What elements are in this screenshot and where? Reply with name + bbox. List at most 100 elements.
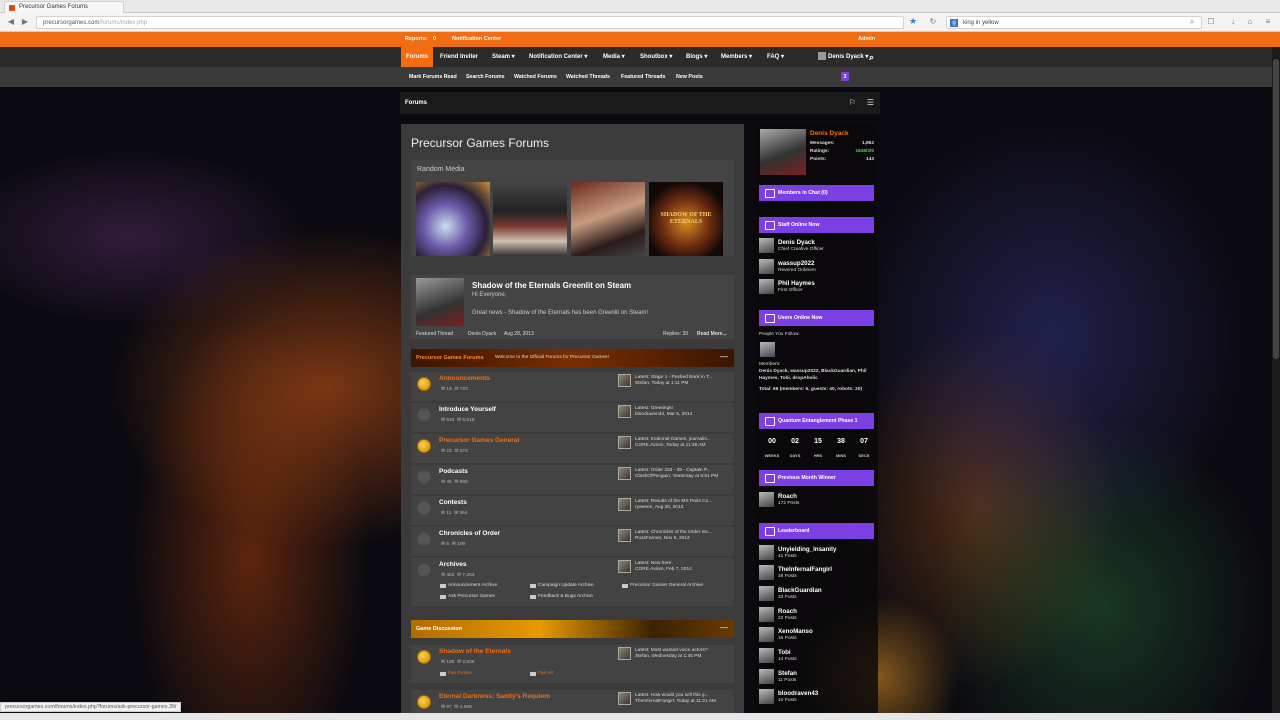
forum-title[interactable]: Shadow of the Eternals (439, 648, 511, 655)
members-in-chat-button[interactable]: Members in Chat (0) (759, 185, 874, 201)
forum-title[interactable]: Precursor Games General (439, 437, 519, 444)
last-poster-avatar[interactable] (618, 374, 631, 387)
leader-name[interactable]: Tobi (778, 649, 791, 656)
leader-name[interactable]: Stefan (778, 670, 797, 677)
staff-member[interactable]: wassup2022 Revered Ordinem (759, 259, 877, 277)
leader-name[interactable]: Unyielding_Insanity (778, 546, 836, 553)
tab-friend-inviter[interactable]: Friend Inviter (435, 47, 483, 67)
last-poster-avatar[interactable] (618, 560, 631, 573)
featured-title[interactable]: Shadow of the Eternals Greenlit on Steam (472, 281, 631, 290)
browser-search-input[interactable]: g king in yellow (946, 16, 1202, 29)
quantum-entanglement-header[interactable]: Quantum Entanglement Phase 1 (759, 413, 874, 429)
forum-title[interactable]: Contests (439, 499, 467, 506)
staff-name[interactable]: Denis Dyack (778, 239, 815, 246)
last-poster-avatar[interactable] (618, 692, 631, 705)
media-thumb-3[interactable] (571, 182, 645, 256)
tab-faq[interactable]: FAQ ▾ (762, 47, 789, 67)
latest-post-title[interactable]: Latest: Results of the MS Paint Co... (635, 499, 712, 504)
latest-post-title[interactable]: Latest: Most wanted voice actors? (635, 648, 708, 653)
media-thumb-2[interactable] (493, 182, 567, 256)
breadcrumb-forums[interactable]: Forums (405, 100, 427, 106)
latest-post-title[interactable]: Latest: Greetings! (635, 406, 673, 411)
back-icon[interactable]: ◀ (6, 17, 16, 27)
leaderboard-header[interactable]: Leaderboard (759, 523, 874, 539)
forum-title[interactable]: Eternal Darkness: Sanity's Requiem (439, 693, 550, 700)
last-poster-avatar[interactable] (618, 467, 631, 480)
latest-post-title[interactable]: Latest: Chronicles of the Order Iss... (635, 530, 712, 535)
forward-icon[interactable]: ▶ (20, 17, 30, 27)
subforum-link[interactable]: Feedback & Bugs Archive (530, 594, 593, 599)
followed-user-avatar[interactable] (760, 342, 775, 357)
search-icon[interactable]: ⌕ (1187, 17, 1197, 27)
leader-name[interactable]: TheInfernalFangirl (778, 566, 832, 573)
staff-name[interactable]: Phil Haymes (778, 280, 815, 287)
tab-shoutbox[interactable]: Shoutbox ▾ (635, 47, 677, 67)
profile-avatar[interactable] (760, 129, 806, 175)
leader-name[interactable]: XenoManso (778, 628, 813, 635)
reload-icon[interactable]: ↻ (928, 17, 938, 27)
leaderboard-entry[interactable]: bloodraven43 10 Posts (759, 689, 877, 707)
previous-month-winner-header[interactable]: Previous Month Winner (759, 470, 874, 486)
collapse-icon[interactable]: — (720, 623, 728, 632)
category-title[interactable]: Precursor Games Forums (416, 355, 484, 361)
new-posts-link[interactable]: New Posts (676, 74, 703, 80)
leaderboard-entry[interactable]: Roach 22 Posts (759, 607, 877, 625)
leaderboard-entry[interactable]: XenoManso 16 Posts (759, 627, 877, 645)
tab-members[interactable]: Members ▾ (716, 47, 757, 67)
subforum-link[interactable]: Ask Precursor Games (440, 594, 495, 599)
watched-threads-link[interactable]: Watched Threads (566, 74, 610, 80)
profile-name[interactable]: Denis Dyack (810, 130, 849, 137)
subforum-link[interactable]: Campaign Update Archive (530, 583, 594, 588)
staff-name[interactable]: wassup2022 (778, 260, 814, 267)
leaderboard-entry[interactable]: Stefan 11 Posts (759, 669, 877, 687)
subforum-link[interactable]: Fan Fiction (440, 671, 472, 676)
bookmarks-icon[interactable]: ☐ (1206, 17, 1216, 27)
last-poster-avatar[interactable] (618, 498, 631, 511)
featured-author[interactable]: Denis Dyack (468, 331, 496, 337)
forum-title[interactable]: Chronicles of Order (439, 530, 500, 537)
tab-steam[interactable]: Steam ▾ (487, 47, 520, 67)
watched-forums-link[interactable]: Watched Forums (514, 74, 557, 80)
alert-badge[interactable]: 3 (841, 72, 849, 81)
latest-post-title[interactable]: Latest: Irrational Games, journalis... (635, 437, 711, 442)
latest-post-title[interactable]: Latest: Stage 1 - Pushed Back in T... (635, 375, 713, 380)
subforum-link[interactable]: Precursor Games General Archive (622, 583, 703, 588)
tab-blogs[interactable]: Blogs ▾ (681, 47, 712, 67)
staff-member[interactable]: Denis Dyack Chief Creative Officer (759, 238, 877, 256)
forum-title[interactable]: Archives (439, 561, 466, 568)
forum-title[interactable]: Announcements (439, 375, 490, 382)
leaderboard-entry[interactable]: Unyielding_Insanity 41 Posts (759, 545, 877, 563)
leaderboard-entry[interactable]: BlackGuardian 33 Posts (759, 586, 877, 604)
leader-name[interactable]: Roach (778, 608, 797, 615)
address-bar[interactable]: precursorgames.com/forums/index.php (36, 16, 904, 29)
category-title[interactable]: Game Discussion (416, 626, 462, 632)
browser-tab[interactable]: Precursor Games Forums (4, 1, 124, 13)
menu-icon[interactable]: ≡ (1263, 17, 1273, 27)
users-online-header[interactable]: Users Online Now (759, 310, 874, 326)
notification-center-link[interactable]: Notification Center (452, 36, 501, 42)
staff-online-header[interactable]: Staff Online Now (759, 217, 874, 233)
latest-post-title[interactable]: Latest: How would you sell this g... (635, 693, 709, 698)
featured-threads-link[interactable]: Featured Threads (621, 74, 665, 80)
search-forums-link[interactable]: Search Forums (466, 74, 505, 80)
online-members-list[interactable]: Denis Dyack, wassup2022, BlackGuardian, … (759, 369, 877, 382)
read-more-link[interactable]: Read More... (697, 331, 727, 337)
subforum-link[interactable]: Announcement Archive (440, 583, 497, 588)
mark-forums-read-link[interactable]: Mark Forums Read (409, 74, 457, 80)
tab-media[interactable]: Media ▾ (598, 47, 630, 67)
leaderboard-entry[interactable]: TheInfernalFangirl 38 Posts (759, 565, 877, 583)
tab-notification-center[interactable]: Notification Center ▾ (524, 47, 592, 67)
list-view-icon[interactable]: ☰ (866, 98, 875, 107)
download-icon[interactable]: ↓ (1228, 17, 1238, 27)
admin-link[interactable]: Admin (858, 36, 875, 42)
subforum-link[interactable]: Fan Art (530, 671, 553, 676)
forum-title[interactable]: Podcasts (439, 468, 468, 475)
tab-forums[interactable]: Forums (401, 47, 434, 67)
media-thumb-4[interactable]: SHADOW OF THE ETERNALS (649, 182, 723, 256)
latest-post-title[interactable]: Latest: New here (635, 561, 671, 566)
leaderboard-entry[interactable]: Tobi 14 Posts (759, 648, 877, 666)
forum-title[interactable]: Introduce Yourself (439, 406, 496, 413)
latest-post-title[interactable]: Latest: Order 333 - 39 - Captain P... (635, 468, 711, 473)
page-scrollbar[interactable] (1272, 47, 1280, 713)
reports-label[interactable]: Reports: (405, 36, 428, 42)
